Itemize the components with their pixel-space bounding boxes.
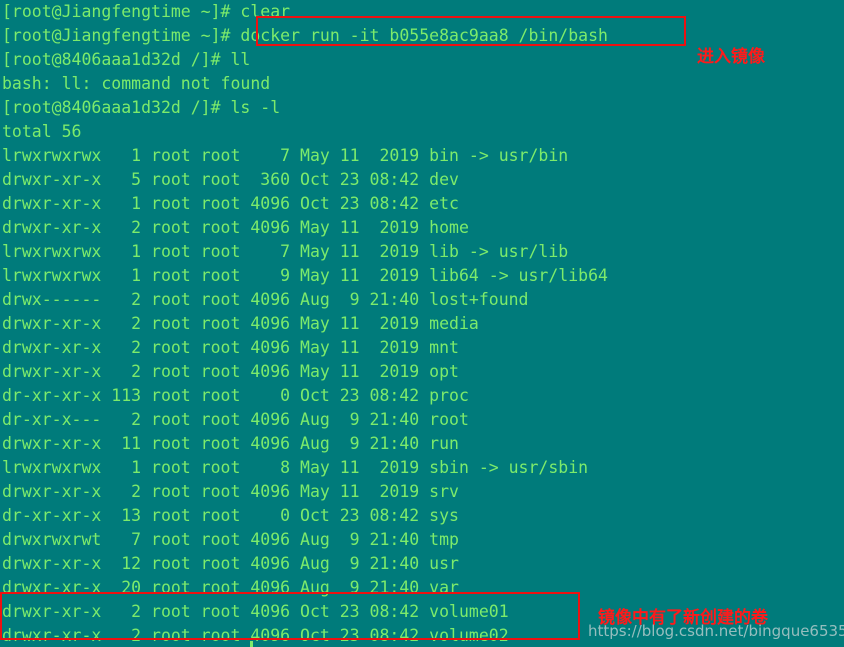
annotation-enter-image: 进入镜像	[697, 47, 765, 67]
terminal-line-srv: drwxr-xr-x 2 root root 4096 May 11 2019 …	[2, 482, 459, 501]
terminal-output[interactable]: [root@Jiangfengtime ~]# clear [root@Jian…	[0, 0, 844, 647]
terminal-line-total: total 56	[2, 122, 82, 141]
terminal-line-sbin: lrwxrwxrwx 1 root root 8 May 11 2019 sbi…	[2, 458, 589, 477]
terminal-line: [root@Jiangfengtime ~]# clear	[2, 2, 291, 21]
terminal-line-etc: drwxr-xr-x 1 root root 4096 Oct 23 08:42…	[2, 194, 459, 213]
terminal-line-root: dr-xr-x--- 2 root root 4096 Aug 9 21:40 …	[2, 410, 469, 429]
watermark-url: https://blog.csdn.net/bingque6535	[588, 622, 844, 640]
terminal-line-lost-found: drwx------ 2 root root 4096 Aug 9 21:40 …	[2, 290, 529, 309]
terminal-line-bin: lrwxrwxrwx 1 root root 7 May 11 2019 bin…	[2, 146, 569, 165]
terminal-line-error: bash: ll: command not found	[2, 74, 271, 93]
terminal-line-dev: drwxr-xr-x 5 root root 360 Oct 23 08:42 …	[2, 170, 459, 189]
terminal-line: [root@8406aaa1d32d /]# ls -l	[2, 98, 281, 117]
terminal-line-tmp: drwxrwxrwt 7 root root 4096 Aug 9 21:40 …	[2, 530, 459, 549]
terminal-line-lib: lrwxrwxrwx 1 root root 7 May 11 2019 lib…	[2, 242, 569, 261]
terminal-line-lib64: lrwxrwxrwx 1 root root 9 May 11 2019 lib…	[2, 266, 608, 285]
terminal-line-media: drwxr-xr-x 2 root root 4096 May 11 2019 …	[2, 314, 479, 333]
terminal-cursor	[250, 641, 253, 647]
terminal-line-sys: dr-xr-xr-x 13 root root 0 Oct 23 08:42 s…	[2, 506, 459, 525]
terminal-line-opt: drwxr-xr-x 2 root root 4096 May 11 2019 …	[2, 362, 459, 381]
terminal-line-mnt: drwxr-xr-x 2 root root 4096 May 11 2019 …	[2, 338, 459, 357]
terminal-line-proc: dr-xr-xr-x 113 root root 0 Oct 23 08:42 …	[2, 386, 469, 405]
terminal-line-home: drwxr-xr-x 2 root root 4096 May 11 2019 …	[2, 218, 469, 237]
terminal-window[interactable]: [root@Jiangfengtime ~]# clear [root@Jian…	[0, 0, 844, 647]
terminal-line-usr: drwxr-xr-x 12 root root 4096 Aug 9 21:40…	[2, 554, 459, 573]
terminal-line-run: drwxr-xr-x 11 root root 4096 Aug 9 21:40…	[2, 434, 459, 453]
terminal-line-var: drwxr-xr-x 20 root root 4096 Aug 9 21:40…	[2, 578, 459, 597]
